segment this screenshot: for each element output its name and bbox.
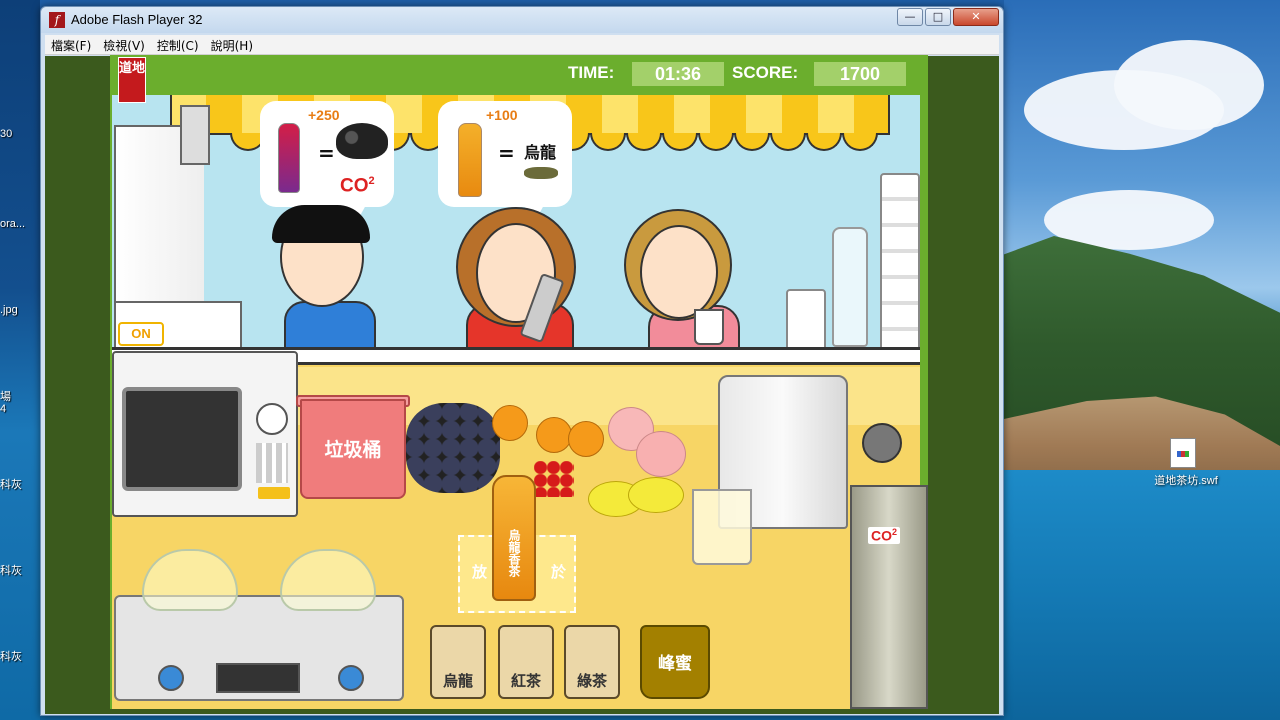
grape-drink-bottle-icon [278,123,300,193]
drop-zone-label-left: 放 [472,563,488,581]
desktop-icon-label[interactable]: 場 [0,388,11,404]
orange-ingredient[interactable] [492,405,528,441]
menu-control[interactable]: 控制(C) [151,36,205,56]
time-label: TIME: [568,63,615,82]
menu-bar: 檔案(F) 檢視(V) 控制(C) 說明(H) [45,35,999,55]
grapes-icon [336,123,388,159]
window-titlebar[interactable]: f Adobe Flash Player 32 — □ ✕ [41,7,1003,33]
minimize-button[interactable]: — [897,8,923,26]
dispenser-nozzle [180,105,210,165]
co2-tank-label: CO2 [868,527,901,544]
oolong-tea-bottle[interactable]: 烏龍香茶 [492,475,536,601]
honey-jar[interactable]: 峰蜜 [640,625,710,699]
tea-jar-label: 綠茶 [576,672,607,690]
brand-logo: 道地 [118,57,146,103]
sea-shape [1004,470,1280,720]
juice-pitcher[interactable] [692,489,752,565]
machine-on-switch[interactable]: ON [118,322,164,346]
desktop-left-strip [0,0,40,720]
tea-jar-label: 紅茶 [510,672,541,690]
lemon-ingredient[interactable] [628,477,684,513]
desktop-icon-label[interactable]: 30 [0,128,12,140]
flash-app-icon: f [49,12,65,28]
tea-leaves-icon [524,167,558,179]
order-bubble-1: +250 = CO2 [260,101,394,223]
microwave-button[interactable] [258,487,290,499]
microwave-dial[interactable] [256,403,288,435]
swf-file-label[interactable]: 道地茶坊.swf [1148,472,1224,488]
trash-bin[interactable]: 垃圾桶 [300,399,406,499]
customer-body [284,301,376,351]
drop-zone-label-right: 於 [550,563,566,581]
score-label: SCORE: [732,63,799,82]
cup-stack[interactable] [880,173,920,353]
equals-sign: = [498,141,515,165]
microwave-keypad[interactable] [256,443,288,483]
tea-jar-label: 烏龍 [442,672,473,690]
desktop-icon-label[interactable]: ora... [0,218,25,230]
oolong-bottle-icon [458,123,482,197]
stove-knob[interactable] [338,665,364,691]
orange-ingredient[interactable] [568,421,604,457]
microwave[interactable] [112,351,298,517]
stove-display [216,663,300,693]
swf-file-icon[interactable] [1170,438,1196,468]
equals-sign: = [318,141,335,165]
menu-file[interactable]: 檔案(F) [45,36,97,56]
water-bottle[interactable] [832,227,868,347]
microwave-door[interactable] [122,387,242,491]
desktop-icon-label[interactable]: 4 [0,403,6,415]
tea-jar-black[interactable]: 紅茶 [498,625,554,699]
menu-help[interactable]: 說明(H) [205,36,259,56]
grapes-ingredient[interactable] [406,403,500,493]
desktop-icon-label[interactable]: 科灰 [0,476,22,492]
game-stage[interactable]: 道地 TIME: 01:36 SCORE: 1700 ON +250 = CO2… [110,55,928,709]
customer-hair [272,205,370,243]
window-title: Adobe Flash Player 32 [71,12,203,27]
menu-view[interactable]: 檢視(V) [97,36,151,56]
time-value: 01:36 [632,62,724,86]
desktop-icon-label[interactable]: .jpg [0,304,18,316]
customer-face [640,225,718,319]
co2-tank-valve[interactable] [862,423,902,463]
paper-cup[interactable] [786,289,826,353]
cherries-ingredient[interactable] [534,461,574,497]
tea-jar-oolong[interactable]: 烏龍 [430,625,486,699]
score-value: 1700 [814,62,906,86]
order-points: +250 [308,107,340,123]
cloud-shape [1114,40,1264,130]
coffee-cup-icon [694,309,724,345]
desktop-icon-label[interactable]: 科灰 [0,648,22,664]
co2-ingredient: CO2 [340,175,375,197]
oolong-label: 烏龍 [524,143,557,162]
desktop-wallpaper [1004,0,1280,720]
order-points: +100 [486,107,518,123]
tea-jar-green[interactable]: 綠茶 [564,625,620,699]
orange-ingredient[interactable] [536,417,572,453]
order-bubble-2: +100 = 烏龍 [438,101,572,223]
co2-tank[interactable] [850,485,928,709]
stove-knob[interactable] [158,665,184,691]
maximize-button[interactable]: □ [925,8,951,26]
desktop-icon-label[interactable]: 科灰 [0,562,22,578]
close-button[interactable]: ✕ [953,8,999,26]
peach-ingredient[interactable] [636,431,686,477]
